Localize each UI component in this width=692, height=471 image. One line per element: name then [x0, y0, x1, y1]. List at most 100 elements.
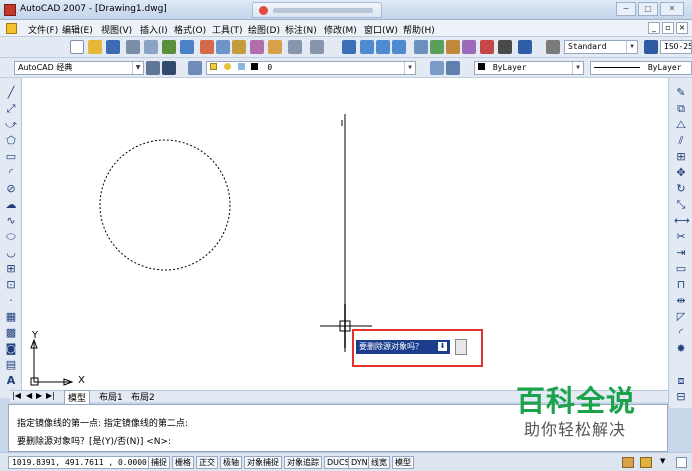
- prev-tab-icon[interactable]: ◀: [26, 391, 32, 400]
- revision-cloud-icon[interactable]: ☁: [4, 198, 18, 211]
- block-editor-icon[interactable]: [268, 40, 282, 54]
- markup-icon[interactable]: [480, 40, 494, 54]
- clean-screen-icon[interactable]: [676, 457, 687, 468]
- menu-modify[interactable]: 修改(M): [324, 23, 357, 36]
- text-style-icon[interactable]: [546, 40, 560, 54]
- snap-toggle[interactable]: 捕捉: [148, 456, 170, 469]
- layer-previous-icon[interactable]: [446, 61, 460, 75]
- tab-layout2[interactable]: 布局2: [128, 390, 158, 403]
- tab-model[interactable]: 模型: [64, 390, 91, 405]
- extend-icon[interactable]: ⇥: [674, 246, 688, 259]
- minimize-button[interactable]: −: [616, 2, 636, 16]
- point-icon[interactable]: ·: [4, 294, 18, 307]
- multiline-text-icon[interactable]: A: [4, 374, 18, 387]
- redo-icon[interactable]: [310, 40, 324, 54]
- menu-format[interactable]: 格式(O): [174, 23, 206, 36]
- maximize-button[interactable]: ▢: [638, 2, 658, 16]
- autocad-app-icon[interactable]: [4, 4, 16, 16]
- command-prompt-line[interactable]: 要删除源对象吗？[是(Y)/否(N)] <N>:: [17, 434, 171, 447]
- menu-view[interactable]: 视图(V): [101, 23, 132, 36]
- layer-manager-icon[interactable]: [188, 61, 202, 75]
- save-icon[interactable]: [106, 40, 120, 54]
- design-center-icon[interactable]: [430, 40, 444, 54]
- open-icon[interactable]: [88, 40, 102, 54]
- cut-icon[interactable]: [200, 40, 214, 54]
- pan-icon[interactable]: [342, 40, 356, 54]
- undo-icon[interactable]: [288, 40, 302, 54]
- menu-insert[interactable]: 插入(I): [140, 23, 168, 36]
- ellipse-icon[interactable]: ⬭: [4, 230, 18, 243]
- mirror-icon[interactable]: ⧍: [674, 118, 688, 131]
- grid-toggle[interactable]: 栅格: [172, 456, 194, 469]
- workspace-save-icon[interactable]: [162, 61, 176, 75]
- erase-icon[interactable]: ✎: [674, 86, 688, 99]
- polygon-icon[interactable]: ⬠: [4, 134, 18, 147]
- status-menu-chevron-icon[interactable]: ▼: [660, 457, 668, 465]
- arc-icon[interactable]: ◜: [4, 166, 18, 179]
- dimension-icon[interactable]: ⊟: [674, 390, 688, 403]
- doc-close-button[interactable]: ×: [676, 22, 688, 34]
- menu-draw[interactable]: 绘图(D): [248, 23, 280, 36]
- table-icon[interactable]: ▤: [4, 358, 18, 371]
- zoom-window-icon[interactable]: [376, 40, 390, 54]
- layer-select[interactable]: 0 ▼: [206, 61, 416, 75]
- calculator-icon[interactable]: [498, 40, 512, 54]
- make-current-layer-icon[interactable]: [430, 61, 444, 75]
- lineweight-toggle[interactable]: 线宽: [368, 456, 390, 469]
- copy-object-icon[interactable]: ⧉: [674, 102, 688, 115]
- print-preview-icon[interactable]: [144, 40, 158, 54]
- rectangle-icon[interactable]: ▭: [4, 150, 18, 163]
- match-properties-icon[interactable]: [250, 40, 264, 54]
- color-select[interactable]: ByLayer ▼: [474, 61, 584, 75]
- text-style-select[interactable]: Standard ▼: [564, 40, 638, 54]
- break-at-point-icon[interactable]: ▭: [674, 262, 688, 275]
- menu-file[interactable]: 文件(F): [28, 23, 58, 36]
- coordinate-readout[interactable]: 1019.8391, 491.7611 , 0.0000: [8, 456, 151, 469]
- line-icon[interactable]: ╱: [4, 86, 18, 99]
- ellipse-arc-icon[interactable]: ◡: [4, 246, 18, 259]
- selected-circle[interactable]: [99, 139, 231, 271]
- zoom-previous-icon[interactable]: [392, 40, 406, 54]
- make-block-icon[interactable]: ⊡: [4, 278, 18, 291]
- tool-palettes-icon[interactable]: [446, 40, 460, 54]
- first-tab-icon[interactable]: |◀: [12, 391, 21, 400]
- help-icon[interactable]: [518, 40, 532, 54]
- region-icon[interactable]: ◙: [4, 342, 18, 355]
- move-icon[interactable]: ✥: [674, 166, 688, 179]
- otrack-toggle[interactable]: 对象追踪: [284, 456, 322, 469]
- join-icon[interactable]: ⇹: [674, 294, 688, 307]
- etransmit-icon[interactable]: [180, 40, 194, 54]
- dimension-style-select[interactable]: ISO-25: [660, 40, 692, 54]
- linetype-select[interactable]: ByLayer: [590, 61, 692, 75]
- paste-icon[interactable]: [232, 40, 246, 54]
- menu-tools[interactable]: 工具(T): [212, 23, 243, 36]
- workspace-select[interactable]: AutoCAD 经典 ▼: [14, 61, 144, 75]
- osnap-toggle[interactable]: 对象捕捉: [244, 456, 282, 469]
- publish-icon[interactable]: [162, 40, 176, 54]
- array-icon[interactable]: ⊞: [674, 150, 688, 163]
- chamfer-icon[interactable]: ◸: [674, 310, 688, 323]
- trim-icon[interactable]: ✂: [674, 230, 688, 243]
- model-toggle[interactable]: 模型: [392, 456, 414, 469]
- polar-toggle[interactable]: 极轴: [220, 456, 242, 469]
- draw-order-icon[interactable]: ⧈: [674, 374, 688, 387]
- print-icon[interactable]: [126, 40, 140, 54]
- doc-restore-button[interactable]: ▫: [662, 22, 674, 34]
- communication-center-icon[interactable]: [622, 457, 634, 468]
- break-icon[interactable]: ⊓: [674, 278, 688, 291]
- dimension-style-icon[interactable]: [644, 40, 658, 54]
- circle-icon[interactable]: ⊘: [4, 182, 18, 195]
- lock-toolbar-icon[interactable]: [640, 457, 652, 468]
- offset-icon[interactable]: ⫽: [674, 134, 688, 147]
- drawing-canvas[interactable]: Y X: [22, 78, 668, 390]
- rotate-icon[interactable]: ↻: [674, 182, 688, 195]
- menu-dimension[interactable]: 标注(N): [285, 23, 317, 36]
- menu-window[interactable]: 窗口(W): [364, 23, 398, 36]
- properties-icon[interactable]: [414, 40, 428, 54]
- polyline-icon[interactable]: ⤻: [4, 118, 18, 131]
- explode-icon[interactable]: ✸: [674, 342, 688, 355]
- tab-layout1[interactable]: 布局1: [96, 390, 126, 403]
- stretch-icon[interactable]: ⟷: [674, 214, 690, 227]
- document-icon[interactable]: [6, 23, 17, 34]
- close-button[interactable]: ✕: [660, 2, 684, 16]
